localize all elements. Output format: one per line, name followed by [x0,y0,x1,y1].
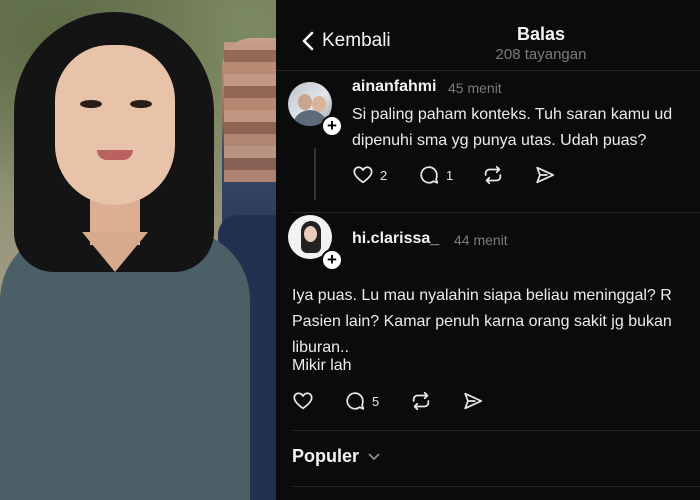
woman-face [55,45,175,205]
heart-icon [353,166,373,184]
repost-icon [412,391,430,411]
photo-panel [0,0,276,500]
username[interactable]: ainanfahmi [352,78,436,96]
comment-icon [346,392,365,410]
timestamp: 45 menit [448,80,502,96]
like-button[interactable]: 2 [352,164,387,186]
back-label: Kembali [322,30,391,51]
reply-button[interactable]: 1 [418,164,453,186]
timestamp: 44 menit [454,232,508,248]
chevron-down-icon [368,452,380,460]
top-bar: Kembali Balas 208 tayangan [276,0,700,70]
bottom-divider [292,486,700,487]
censor-mosaic [224,42,276,182]
avatar-face [298,94,312,110]
avatar-face [304,226,317,242]
heart-icon [293,392,313,410]
post-text-line: dipenuhi sma yg punya utas. Udah puas? [352,132,647,149]
post-text-line: Si paling paham konteks. Tuh saran kamu … [352,106,673,123]
right-eye [130,100,152,108]
page-title: Balas [516,24,566,44]
username[interactable]: hi.clarissa_ [352,230,439,248]
reply-count: 5 [372,393,380,409]
post-text-line: Pasien lain? Kamar penuh karna orang sak… [292,313,672,330]
repost-button[interactable] [482,164,504,186]
view-count: 208 tayangan [495,46,587,63]
follow-plus-icon[interactable]: + [321,115,343,137]
like-button[interactable] [292,390,314,412]
shirt-collar [82,232,148,272]
repost-icon [484,165,502,185]
share-button[interactable] [462,390,484,412]
like-count: 2 [380,167,388,183]
back-button[interactable]: Kembali [300,30,391,52]
chevron-left-icon [302,31,314,51]
follow-plus-icon[interactable]: + [321,249,343,271]
comment-icon [420,166,439,184]
lips [97,150,133,160]
send-icon [464,392,483,410]
post-divider [292,212,700,213]
repost-button[interactable] [410,390,432,412]
header-divider [276,70,700,71]
post-text-line: Iya puas. Lu mau nyalahin siapa beliau m… [292,287,672,304]
share-button[interactable] [534,164,556,186]
thread-panel: Kembali Balas 208 tayangan + ainanfahmi … [276,0,700,500]
reply-button[interactable]: 5 [344,390,379,412]
left-eye [80,100,102,108]
section-divider [292,430,700,431]
send-icon [536,166,555,184]
sort-dropdown[interactable]: Populer [292,446,381,467]
reply-count: 1 [446,167,454,183]
thread-connector [314,148,316,200]
post-text-line: Mikir lah [292,357,352,374]
sort-label: Populer [292,446,360,466]
